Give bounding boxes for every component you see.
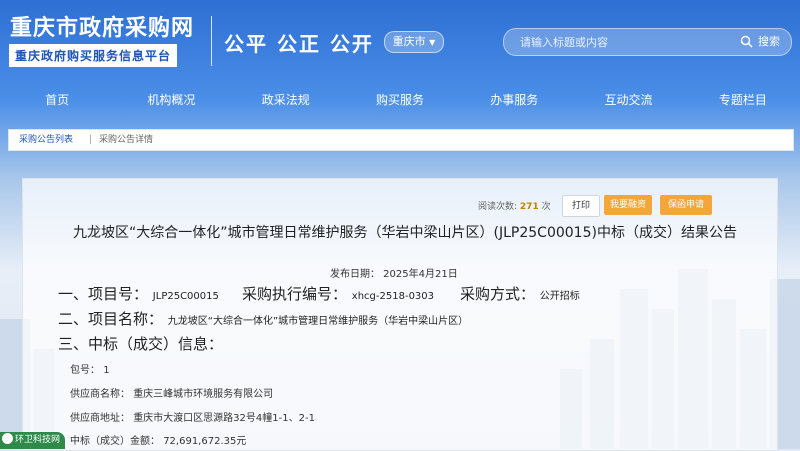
watermark-badge: 环卫科技网	[0, 432, 66, 449]
read-count: 阅读次数: 271 次	[478, 199, 551, 212]
section-exec-no: 采购执行编号： xhcg-2518-0303	[242, 283, 434, 304]
financing-button[interactable]: 我要融资	[604, 195, 652, 215]
site-header: 重庆市政府采购网 重庆政府购买服务信息平台 公平 公正 公开 重庆市 ▼ 搜索	[0, 0, 800, 80]
nav-item-organization[interactable]: 机构概况	[114, 84, 228, 116]
breadcrumb: 采购公告列表 | 采购公告详情	[8, 129, 794, 151]
detail-label: 中标（成交）金额：	[70, 436, 160, 447]
project-name-value: 九龙坡区“大综合一体化”城市管理日常维护服务（华岩中梁山片区）	[167, 316, 469, 327]
nav-item-interaction[interactable]: 互动交流	[571, 84, 685, 116]
main-nav: 首页 机构概况 政采法规 购买服务 办事服务 互动交流 专题栏目	[0, 84, 800, 116]
method-label: 采购方式：	[460, 285, 536, 303]
site-subtitle: 重庆政府购买服务信息平台	[9, 44, 178, 67]
header-divider	[211, 16, 212, 66]
breadcrumb-separator: |	[89, 135, 93, 145]
detail-value: 72,691,672.35元	[163, 436, 247, 447]
region-label: 重庆市	[392, 35, 426, 48]
section-award-info: 三、中标（成交）信息：	[58, 335, 224, 353]
breadcrumb-current: 采购公告详情	[99, 135, 154, 145]
exec-no-label: 采购执行编号：	[242, 285, 348, 303]
detail-label: 供应商地址：	[70, 413, 130, 424]
detail-row-supplier-address: 供应商地址： 重庆市大渡口区思源路32号4幢1-1、2-1	[70, 409, 315, 424]
chevron-down-icon: ▼	[429, 38, 436, 47]
search-bar: 搜索	[503, 28, 792, 57]
nav-item-services[interactable]: 办事服务	[457, 84, 571, 116]
detail-value: 重庆市大渡口区思源路32号4幢1-1、2-1	[133, 413, 315, 424]
section-project-no: 一、项目号： JLP25C00015	[58, 283, 219, 304]
nav-item-regulations[interactable]: 政采法规	[229, 84, 343, 116]
read-label: 阅读次数:	[478, 202, 518, 212]
read-count-value: 271	[519, 202, 539, 212]
notice-title: 九龙坡区“大综合一体化”城市管理日常维护服务（华岩中梁山片区）(JLP25C00…	[73, 225, 737, 241]
print-button[interactable]: 打印	[562, 195, 600, 217]
detail-label: 供应商名称：	[70, 389, 130, 400]
detail-label: 包号：	[70, 365, 100, 376]
search-icon[interactable]	[740, 35, 753, 48]
nav-item-topics[interactable]: 专题栏目	[686, 84, 800, 116]
publish-date: 发布日期： 2025年4月21日	[330, 269, 458, 280]
project-name-label: 二、项目名称：	[58, 310, 164, 328]
breadcrumb-list-link[interactable]: 采购公告列表	[19, 130, 73, 150]
guarantee-button[interactable]: 保函申请	[660, 195, 712, 215]
method-value: 公开招标	[539, 291, 580, 302]
section-method: 采购方式： 公开招标	[460, 283, 580, 304]
site-title[interactable]: 重庆市政府采购网	[10, 10, 194, 42]
region-selector[interactable]: 重庆市 ▼	[384, 31, 444, 53]
leaf-icon	[2, 433, 13, 444]
detail-value: 1	[103, 365, 110, 376]
exec-no-value: xhcg-2518-0303	[351, 291, 435, 302]
detail-row-package: 包号： 1	[70, 361, 110, 376]
search-button[interactable]: 搜索	[758, 29, 780, 55]
project-no-label: 一、项目号：	[58, 285, 149, 303]
search-input[interactable]	[518, 29, 722, 57]
read-unit: 次	[541, 202, 551, 212]
section-project-name: 二、项目名称： 九龙坡区“大综合一体化”城市管理日常维护服务（华岩中梁山片区）	[58, 308, 468, 329]
watermark-text: 环卫科技网	[15, 435, 61, 445]
nav-item-home[interactable]: 首页	[0, 84, 114, 116]
nav-item-purchase-services[interactable]: 购买服务	[343, 84, 457, 116]
detail-row-supplier-name: 供应商名称： 重庆三峰城市环境服务有限公司	[70, 385, 273, 400]
detail-row-award-amount: 中标（成交）金额： 72,691,672.35元	[70, 432, 246, 447]
detail-value: 重庆三峰城市环境服务有限公司	[133, 389, 274, 400]
slogan: 公平 公正 公开	[224, 32, 374, 56]
project-no-value: JLP25C00015	[152, 291, 219, 302]
